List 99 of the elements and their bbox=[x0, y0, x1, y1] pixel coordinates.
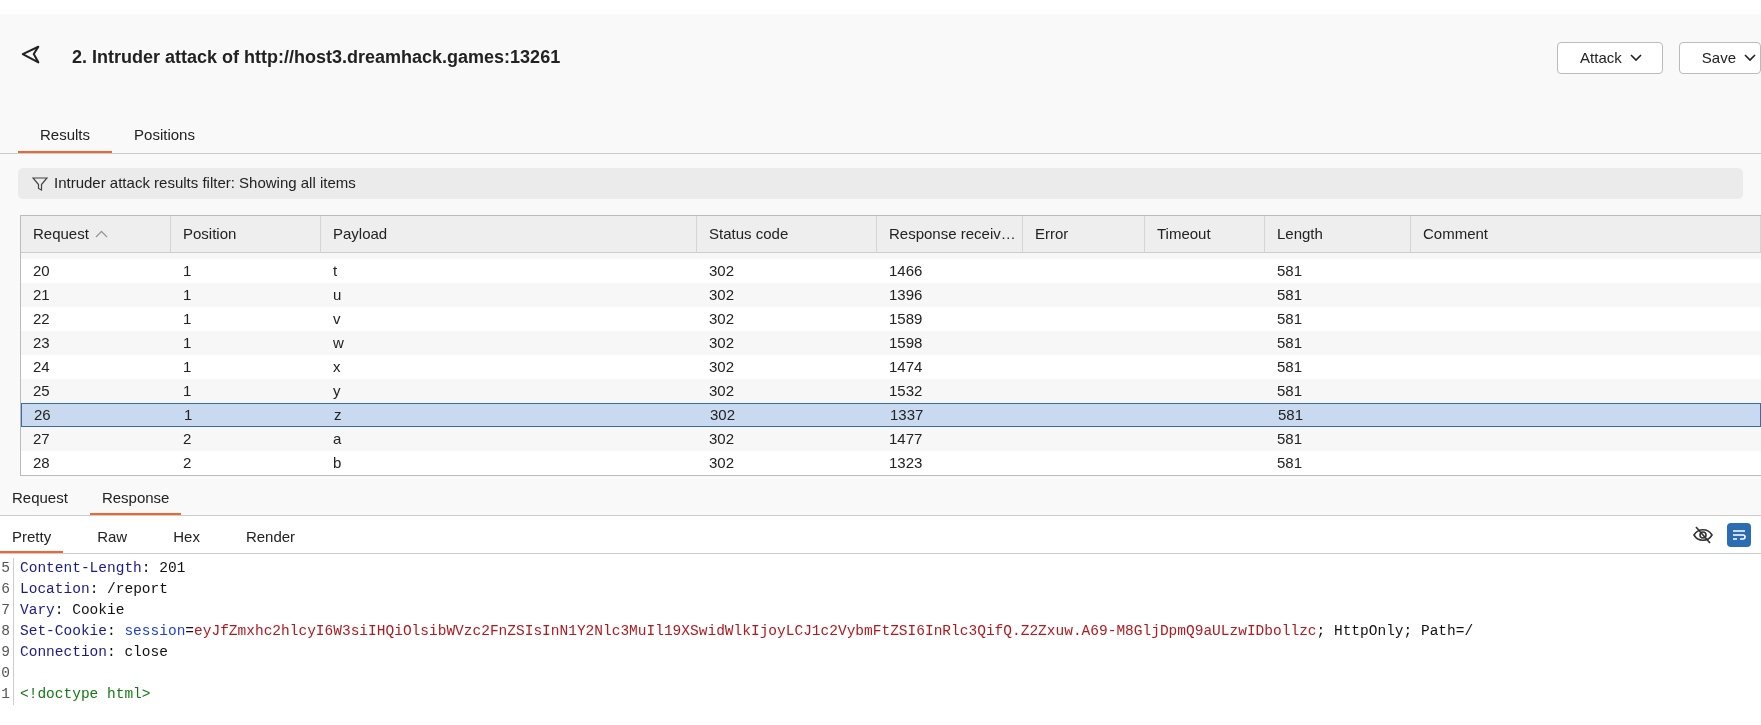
table-row[interactable]: 23 1 w 302 1598 581 bbox=[21, 331, 1761, 355]
table-cell-text: 302 bbox=[709, 380, 735, 401]
tab[interactable]: Response bbox=[89, 486, 182, 515]
table-cell-text: 302 bbox=[709, 260, 735, 281]
table-cell-text: 1337 bbox=[890, 404, 924, 425]
line-number: 7 bbox=[0, 599, 14, 622]
line-number: 5 bbox=[0, 557, 14, 580]
dropdown-button[interactable]: Save bbox=[1678, 42, 1761, 74]
caret-icon bbox=[1744, 54, 1756, 62]
column-header[interactable]: Comment bbox=[1411, 216, 1761, 252]
table-cell-text: 1 bbox=[183, 332, 192, 353]
eye-slash-icon[interactable] bbox=[1693, 525, 1713, 544]
table-cell-text: 581 bbox=[1277, 428, 1303, 449]
tab[interactable]: Raw bbox=[85, 525, 140, 553]
table-row[interactable]: 21 1 u 302 1396 581 bbox=[21, 283, 1761, 307]
table-cell-text: 581 bbox=[1277, 380, 1303, 401]
column-header[interactable]: Response receiv… bbox=[877, 216, 1023, 252]
line-number: 9 bbox=[0, 641, 14, 664]
table-cell-text: 28 bbox=[33, 452, 50, 473]
table-cell-text: 2 bbox=[183, 452, 192, 473]
tab[interactable]: Positions bbox=[112, 123, 217, 153]
table-cell-text: 27 bbox=[33, 428, 50, 449]
table-cell-text: 1 bbox=[183, 284, 192, 305]
table-cell-text: 1 bbox=[183, 308, 192, 329]
table-cell-text: 581 bbox=[1277, 356, 1303, 377]
table-cell-text: 26 bbox=[34, 404, 51, 425]
line-number: 8 bbox=[0, 620, 14, 643]
table-cell-text: t bbox=[333, 260, 338, 281]
table-cell-text: u bbox=[333, 284, 342, 305]
table-cell-text: 302 bbox=[709, 284, 735, 305]
column-header[interactable]: Length bbox=[1265, 216, 1411, 252]
table-cell-text: 302 bbox=[709, 428, 735, 449]
caret-icon bbox=[1629, 54, 1642, 62]
table-cell-text: 24 bbox=[33, 356, 50, 377]
window-title: 2. Intruder attack of http://host3.dreamhack.games:13261 bbox=[72, 46, 561, 69]
table-cell-text: 1532 bbox=[889, 380, 923, 401]
table-cell-text: 23 bbox=[33, 332, 50, 353]
table-cell-text: 1323 bbox=[889, 452, 923, 473]
table-cell-text: 581 bbox=[1278, 404, 1304, 425]
table-cell-text: 1466 bbox=[889, 260, 923, 281]
code-line: Connection: close bbox=[19, 642, 168, 662]
table-cell-text: 581 bbox=[1277, 284, 1303, 305]
table-cell-text: y bbox=[333, 380, 341, 401]
table-cell-text: 21 bbox=[33, 284, 50, 305]
table-cell-text: 2 bbox=[183, 428, 192, 449]
wrap-lines-icon[interactable] bbox=[1727, 522, 1751, 547]
table-cell-text: 1589 bbox=[889, 308, 923, 329]
table-cell-text: v bbox=[333, 308, 341, 329]
tab[interactable]: Hex bbox=[161, 525, 212, 553]
table-cell-text: 1598 bbox=[889, 332, 923, 353]
table-cell-text: 22 bbox=[33, 308, 50, 329]
column-header[interactable]: Request bbox=[21, 216, 171, 252]
code-line: Content-Length: 201 bbox=[19, 558, 186, 578]
code-line: Set-Cookie: session=eyJfZmxhc2hlcyI6W3siIHQiOlsibWVzc2FnZSIsInN1Y2Nlc3MuIl19XSwidWlkIjoyLCJ1c2VybmFtZSI6InRlc3QifQ.Z2Zxuw.A69-M8GljDpmQ9aULzwIDbollzc; HttpOnly; Path=/ bbox=[19, 621, 1474, 641]
filter-icon bbox=[32, 175, 48, 192]
line-number: 6 bbox=[0, 578, 14, 601]
tab[interactable]: Request bbox=[0, 486, 80, 515]
column-header[interactable]: Position bbox=[171, 216, 321, 252]
code-line: <!doctype html> bbox=[19, 684, 151, 704]
table-cell-text: 1 bbox=[183, 260, 192, 281]
table-cell-text: 302 bbox=[709, 356, 735, 377]
table-cell-text: 302 bbox=[710, 404, 736, 425]
table-cell-text: a bbox=[333, 428, 342, 449]
table-cell-text: b bbox=[333, 452, 342, 473]
table-cell-text: 1 bbox=[183, 380, 192, 401]
filter-bar[interactable]: Intruder attack results filter: Showing all items bbox=[18, 168, 1743, 199]
table-cell-text: x bbox=[333, 356, 341, 377]
code-line: Vary: Cookie bbox=[19, 600, 125, 620]
column-header[interactable]: Timeout bbox=[1145, 216, 1265, 252]
table-cell-text: 581 bbox=[1277, 332, 1303, 353]
table-cell-text: 1 bbox=[184, 404, 193, 425]
table-cell-text: 581 bbox=[1277, 260, 1303, 281]
send-icon bbox=[20, 44, 42, 66]
line-number: 0 bbox=[0, 662, 14, 685]
column-header[interactable]: Error bbox=[1023, 216, 1145, 252]
dropdown-button[interactable]: Attack bbox=[1557, 42, 1663, 74]
table-cell-text: 302 bbox=[709, 332, 735, 353]
table-cell-text: 25 bbox=[33, 380, 50, 401]
table-cell-text: 302 bbox=[709, 308, 735, 329]
line-number: 1 bbox=[0, 683, 14, 706]
table-cell-text: 1 bbox=[183, 356, 192, 377]
tab[interactable]: Pretty bbox=[0, 525, 64, 553]
column-header[interactable]: Status code bbox=[697, 216, 877, 252]
table-cell-text: w bbox=[333, 332, 344, 353]
table-row[interactable]: 26 1 z 302 1337 581 bbox=[21, 403, 1761, 427]
tab[interactable]: Results bbox=[18, 123, 113, 153]
table-cell-text: 1396 bbox=[889, 284, 923, 305]
table-cell-text: 1474 bbox=[889, 356, 923, 377]
table-row[interactable]: 25 1 y 302 1532 581 bbox=[21, 379, 1761, 403]
tab[interactable]: Render bbox=[233, 525, 308, 553]
table-cell-text: 581 bbox=[1277, 452, 1303, 473]
table-row[interactable]: 27 2 a 302 1477 581 bbox=[21, 427, 1761, 451]
table-cell-text: z bbox=[334, 404, 342, 425]
column-header[interactable]: Payload bbox=[321, 216, 697, 252]
table-cell-text: 581 bbox=[1277, 308, 1303, 329]
table-cell-text: 302 bbox=[709, 452, 735, 473]
table-cell-text: 1477 bbox=[889, 428, 923, 449]
table-cell-text: 20 bbox=[33, 260, 50, 281]
code-line: Location: /report bbox=[19, 579, 168, 599]
